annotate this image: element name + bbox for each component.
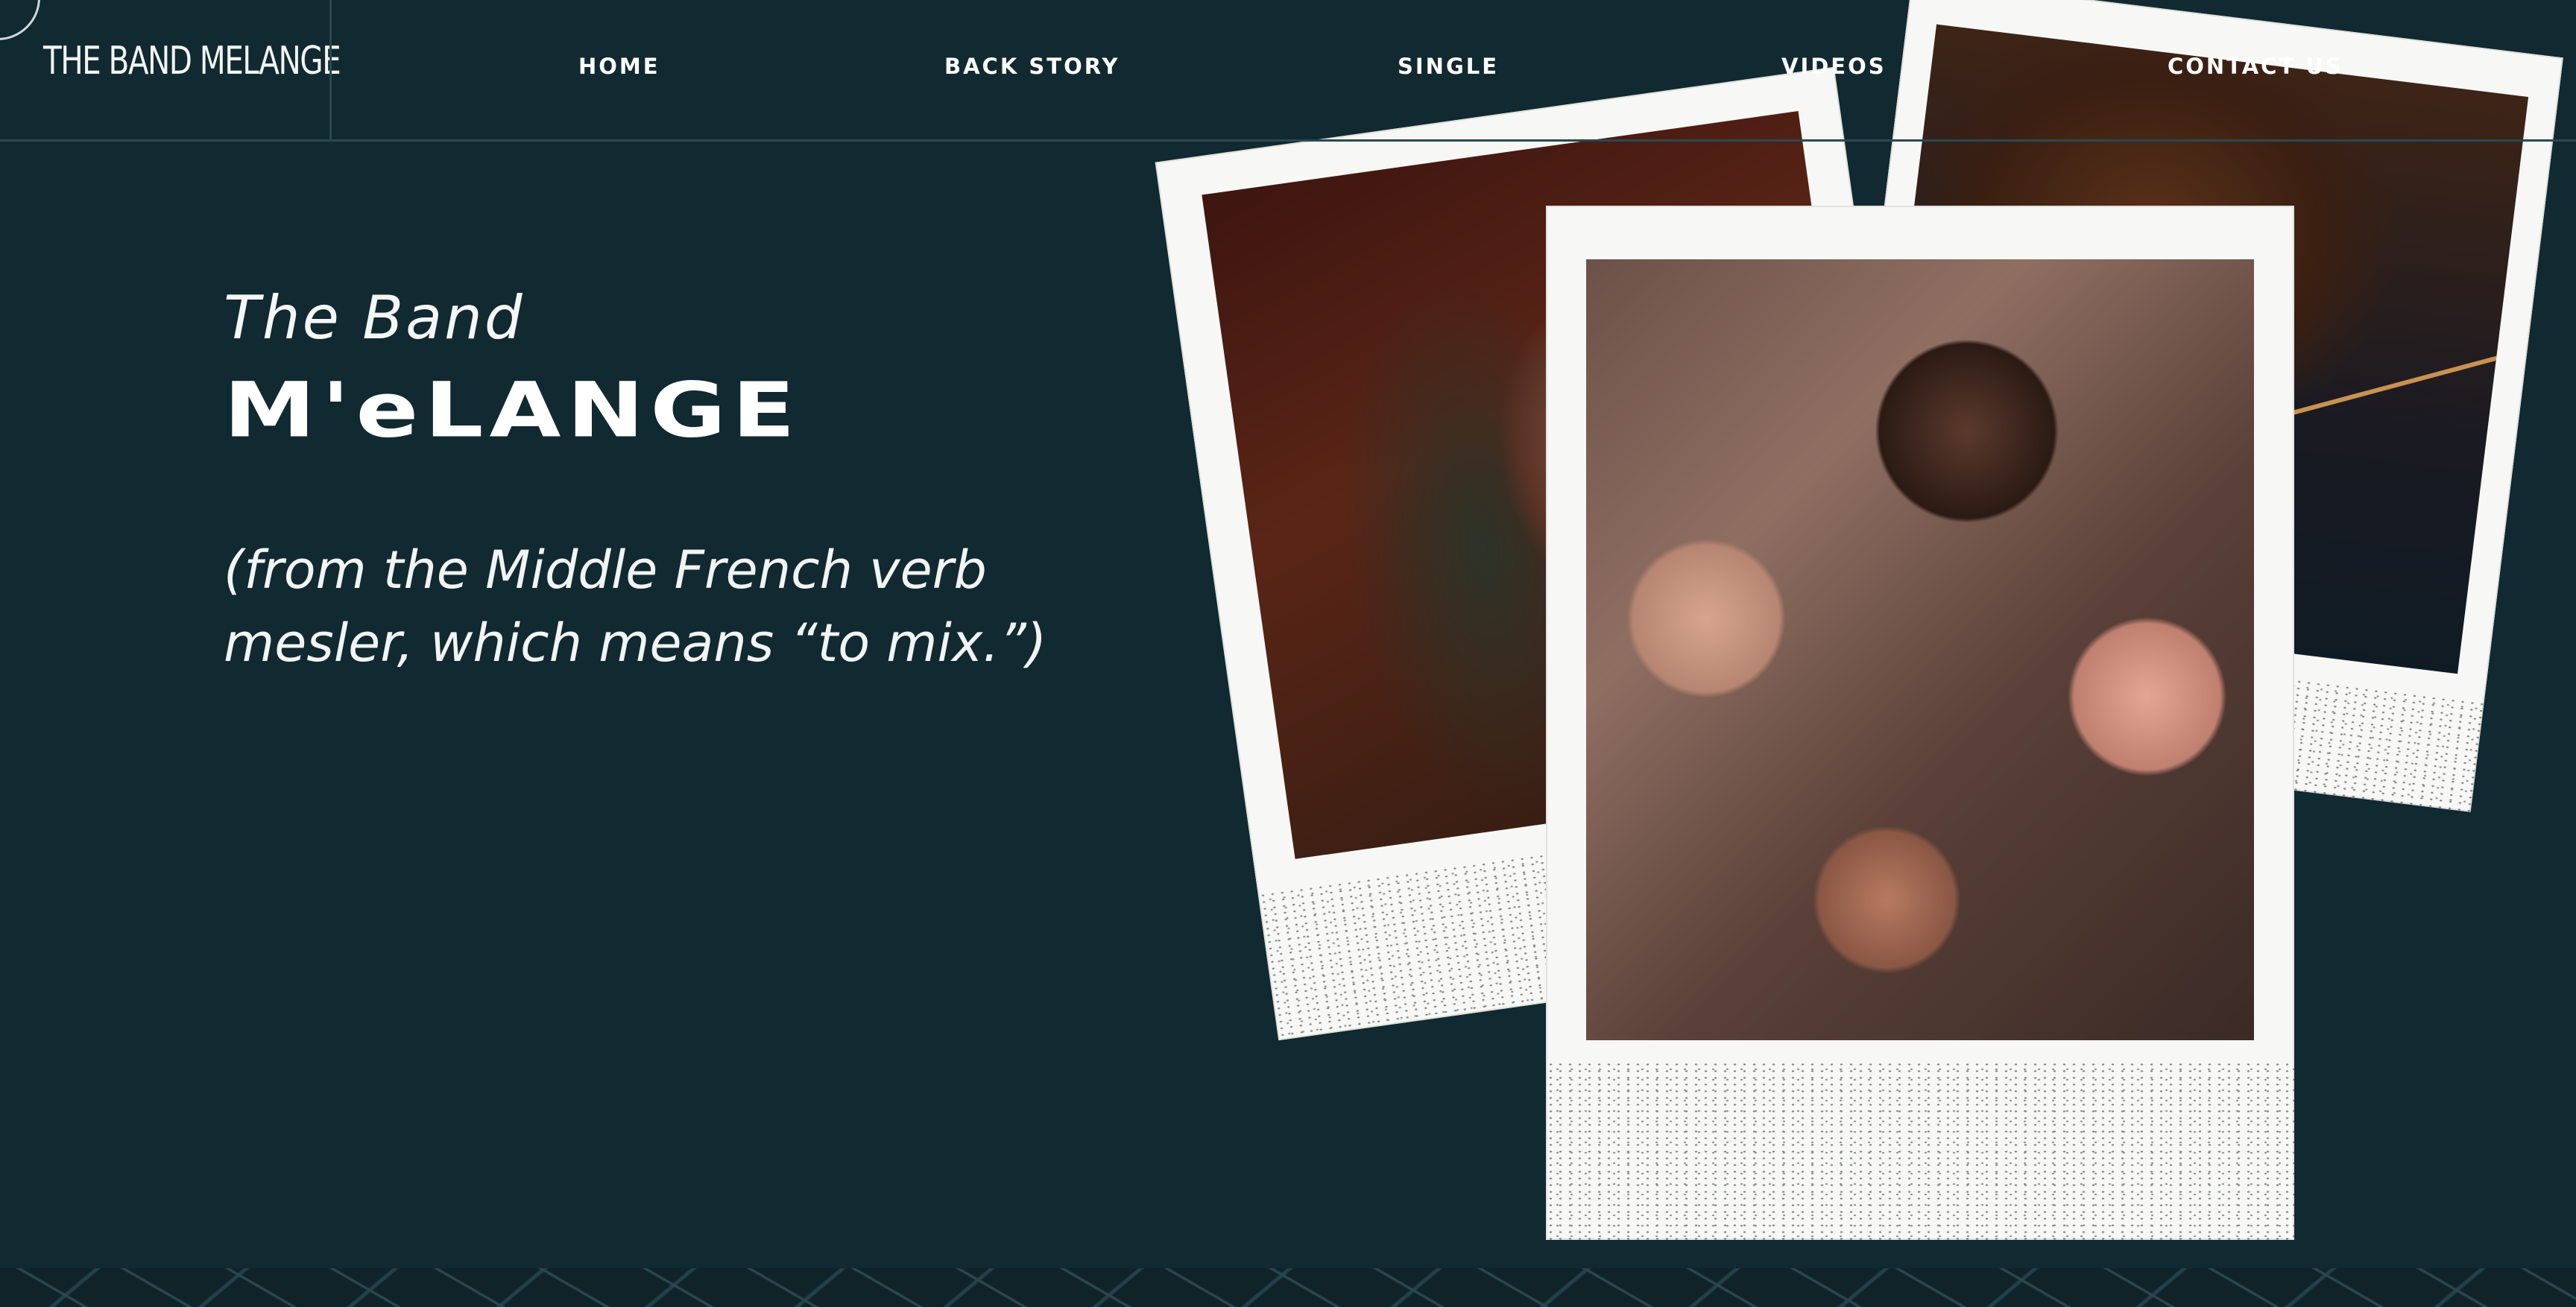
polaroid-grain bbox=[1546, 1061, 2294, 1240]
hero-prefix: The Band bbox=[224, 283, 525, 352]
polaroid-photo-band-group bbox=[1546, 206, 2294, 1240]
main-nav: HOME BACK STORY SINGLE VIDEOS CONTACT US bbox=[0, 54, 2576, 83]
nav-videos-link[interactable]: VIDEOS bbox=[1781, 54, 1887, 79]
corner-circle-decoration bbox=[0, 0, 40, 40]
nav-home-link[interactable]: HOME bbox=[578, 54, 660, 79]
nav-contact-us-link[interactable]: CONTACT US bbox=[2168, 54, 2343, 79]
hero-title-wordmark: M'eLANGE bbox=[224, 366, 801, 455]
nav-single-link[interactable]: SINGLE bbox=[1398, 54, 1499, 79]
band-group-photo bbox=[1586, 259, 2254, 1040]
site-header: THE BAND MELANGE HOME BACK STORY SINGLE … bbox=[0, 0, 2576, 142]
constellation-pattern-strip bbox=[0, 1268, 2576, 1307]
nav-back-story-link[interactable]: BACK STORY bbox=[944, 54, 1120, 79]
hero-subtitle: (from the Middle French verb mesler, whi… bbox=[224, 539, 1047, 674]
